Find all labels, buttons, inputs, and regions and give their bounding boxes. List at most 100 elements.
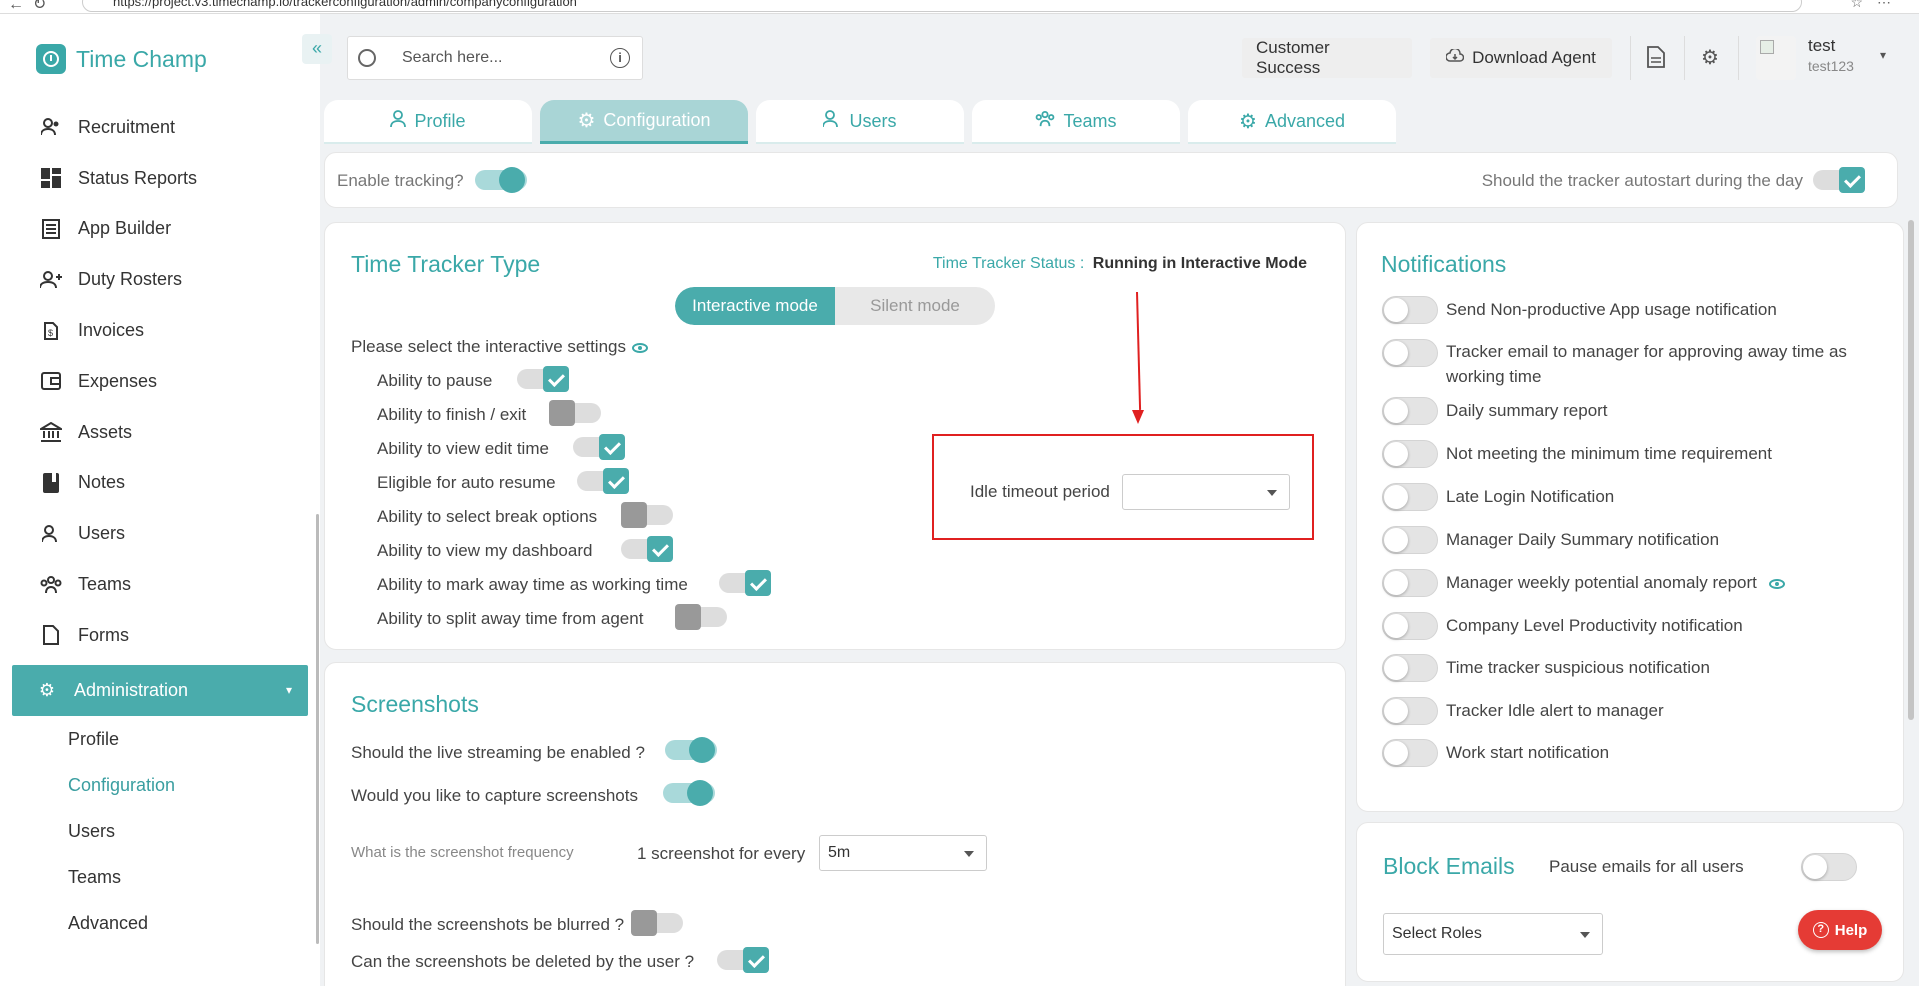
sidebar-item-forms[interactable]: Forms	[12, 610, 308, 661]
brand-name: Time Champ	[76, 45, 207, 72]
sidebar-subitem-users[interactable]: Users	[12, 808, 308, 854]
enable-tracking-label: Enable tracking?	[337, 171, 464, 190]
deleted-label: Can the screenshots be deleted by the us…	[351, 952, 695, 971]
mark-away-time-toggle[interactable]	[719, 570, 771, 596]
sidebar-item-label: Expenses	[78, 370, 158, 391]
view-dashboard-toggle[interactable]	[621, 536, 673, 562]
tracker-status: Time Tracker Status : Running in Interac…	[933, 255, 1307, 273]
autostart-toggle[interactable]	[1813, 167, 1865, 193]
sidebar-item-label: Administration	[74, 679, 189, 700]
notification-label: Time tracker suspicious notification	[1446, 658, 1710, 677]
silent-mode-option[interactable]: Silent mode	[835, 287, 995, 325]
users-icon	[40, 523, 62, 545]
ability-to-finish-toggle[interactable]	[549, 400, 601, 426]
address-bar[interactable]: https://project.v3.timechamp.io/trackerc…	[82, 0, 1802, 12]
frequency-select[interactable]: 5m	[819, 835, 987, 871]
back-icon[interactable]: ← ↻	[8, 0, 46, 13]
sidebar-subitem-profile[interactable]: Profile	[12, 716, 308, 762]
tab-configuration[interactable]: ⚙ Configuration	[540, 100, 748, 144]
chevron-down-icon: ▾	[1880, 48, 1887, 62]
sidebar-item-assets[interactable]: Assets	[12, 407, 308, 458]
download-agent-button[interactable]: Download Agent	[1430, 38, 1612, 78]
document-icon[interactable]	[1644, 46, 1668, 70]
eye-icon[interactable]	[631, 342, 648, 353]
main-scrollbar[interactable]	[1908, 220, 1914, 720]
notification-toggle[interactable]	[1382, 397, 1438, 425]
sidebar-item-users[interactable]: Users	[12, 508, 308, 559]
tab-label: Teams	[1063, 110, 1117, 131]
ability-to-view-edit-time-toggle[interactable]	[573, 434, 625, 460]
tab-label: Users	[849, 110, 897, 131]
question-icon: ?	[1812, 922, 1829, 938]
break-options-toggle[interactable]	[621, 502, 673, 528]
settings-gear-icon[interactable]: ⚙	[1698, 46, 1722, 70]
notification-toggle[interactable]	[1382, 612, 1438, 640]
notification-toggle[interactable]	[1382, 296, 1438, 324]
sidebar-item-notes[interactable]: Notes	[12, 458, 308, 509]
eye-icon[interactable]	[1768, 578, 1785, 589]
notification-toggle[interactable]	[1382, 569, 1438, 597]
search-input[interactable]	[402, 45, 602, 71]
sidebar-item-label: Teams	[78, 574, 132, 595]
notification-label-text: Manager weekly potential anomaly report	[1446, 573, 1757, 592]
annotation-arrow-head	[1132, 410, 1144, 424]
blurred-toggle[interactable]	[631, 910, 683, 936]
live-streaming-label: Should the live streaming be enabled ?	[351, 743, 645, 762]
pause-emails-toggle[interactable]	[1801, 853, 1857, 881]
notification-toggle[interactable]	[1382, 440, 1438, 468]
brand[interactable]: Time Champ	[36, 44, 207, 74]
sidebar-item-administration[interactable]: ⚙ Administration ▾	[12, 664, 308, 716]
sidebar-scrollbar[interactable]	[316, 514, 319, 944]
tab-label: Advanced	[1264, 110, 1345, 131]
auto-resume-toggle[interactable]	[577, 468, 629, 494]
setting-label: Ability to select break options	[377, 507, 598, 526]
notification-toggle[interactable]	[1382, 654, 1438, 682]
sidebar-subitem-configuration[interactable]: Configuration	[12, 762, 308, 808]
tab-users[interactable]: Users	[756, 100, 964, 144]
sidebar-item-recruitment[interactable]: Recruitment	[12, 102, 308, 153]
ability-to-pause-toggle[interactable]	[517, 366, 569, 392]
block-emails-card: Block Emails Pause emails for all users …	[1356, 822, 1904, 982]
screenshots-card: Screenshots Should the live streaming be…	[324, 662, 1346, 986]
tab-teams[interactable]: Teams	[972, 100, 1180, 144]
sidebar-item-status-reports[interactable]: Status Reports	[12, 153, 308, 204]
capture-screenshots-toggle[interactable]	[663, 780, 715, 806]
notification-toggle[interactable]	[1382, 739, 1438, 767]
notification-toggle[interactable]	[1382, 483, 1438, 511]
user-name: test	[1808, 36, 1836, 55]
setting-label: Ability to view my dashboard	[377, 541, 593, 560]
info-icon[interactable]: i	[610, 48, 630, 68]
search-box: i	[347, 36, 643, 80]
cloud-download-icon	[1445, 47, 1465, 68]
notification-toggle[interactable]	[1382, 697, 1438, 725]
notification-toggle[interactable]	[1382, 526, 1438, 554]
sidebar-item-app-builder[interactable]: App Builder	[12, 204, 308, 255]
duty-rosters-icon	[40, 269, 62, 291]
interactive-mode-option[interactable]: Interactive mode	[675, 287, 835, 325]
select-roles-dropdown[interactable]: Select Roles	[1383, 913, 1603, 955]
sidebar-item-label: Notes	[78, 472, 126, 493]
sidebar-subitem-advanced[interactable]: Advanced	[12, 900, 308, 946]
sidebar-item-teams[interactable]: Teams	[12, 559, 308, 610]
sidebar-item-expenses[interactable]: Expenses	[12, 356, 308, 407]
idle-timeout-select[interactable]	[1122, 474, 1290, 510]
notification-label: Work start notification	[1446, 743, 1610, 762]
user-icon	[390, 109, 407, 133]
split-away-time-toggle[interactable]	[675, 604, 727, 630]
sidebar-item-duty-rosters[interactable]: Duty Rosters	[12, 254, 308, 305]
collapse-sidebar-icon[interactable]: «	[302, 34, 332, 64]
enable-tracking-toggle[interactable]	[475, 167, 527, 193]
sidebar-subitem-teams[interactable]: Teams	[12, 854, 308, 900]
notification-label: Tracker email to manager for approving a…	[1446, 342, 1847, 386]
frequency-label: What is the screenshot frequency	[351, 844, 574, 861]
live-streaming-toggle[interactable]	[665, 737, 717, 763]
customer-success-button[interactable]: Customer Success	[1242, 38, 1412, 78]
tab-profile[interactable]: Profile	[324, 100, 532, 144]
deleted-toggle[interactable]	[717, 947, 769, 973]
chevron-down-icon: ▾	[285, 683, 292, 698]
sidebar-item-invoices[interactable]: $ Invoices	[12, 305, 308, 356]
caret-down-icon	[964, 851, 974, 857]
tab-advanced[interactable]: ⚙ Advanced	[1188, 100, 1396, 144]
notification-toggle[interactable]	[1382, 339, 1438, 367]
help-button[interactable]: ? Help	[1798, 910, 1882, 950]
